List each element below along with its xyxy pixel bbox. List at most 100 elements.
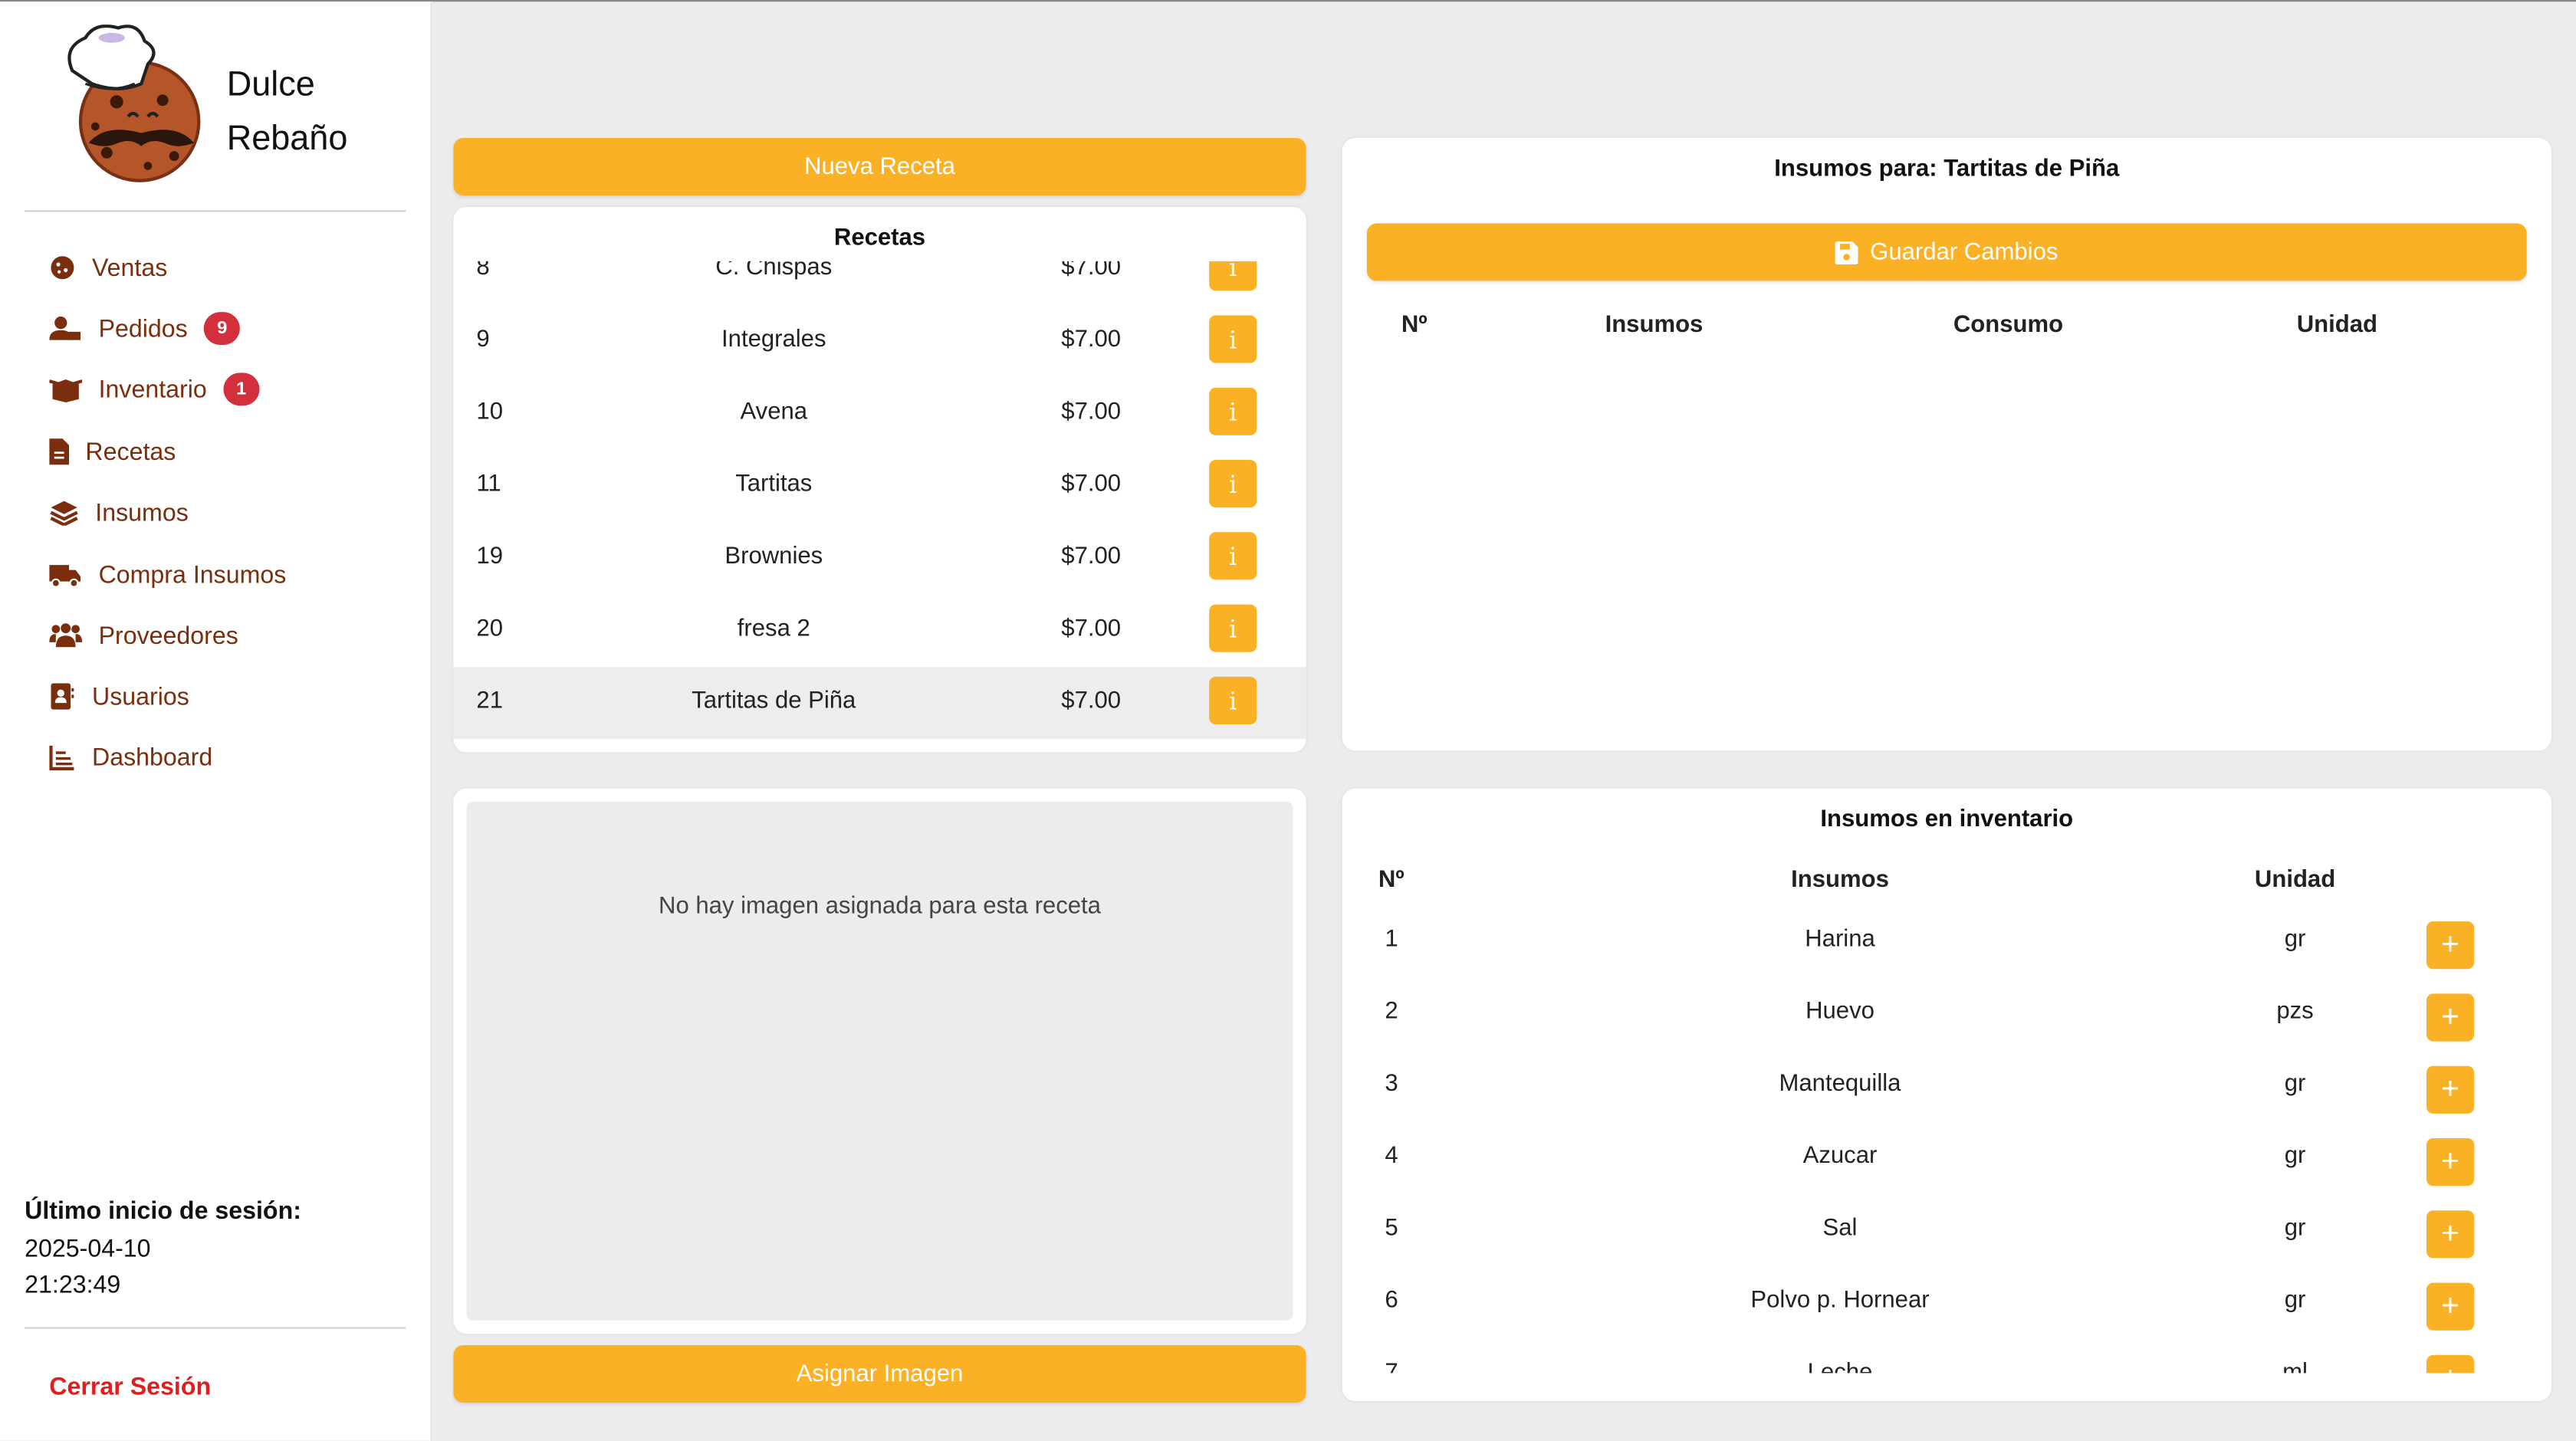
- box-open-icon: [46, 373, 85, 405]
- add-ingredient-button[interactable]: +: [2426, 1282, 2475, 1331]
- recipes-list: 8 C. Chispas $7.00 i 9 Integrales $7.00 …: [453, 261, 1306, 741]
- add-ingredient-button[interactable]: +: [2426, 1138, 2475, 1187]
- recipe-row[interactable]: 9 Integrales $7.00 i: [453, 306, 1306, 378]
- recipe-info-button[interactable]: i: [1209, 315, 1257, 363]
- sidebar-item-inventario[interactable]: Inventario 1: [46, 369, 260, 409]
- sidebar-item-usuarios[interactable]: Usuarios: [46, 677, 189, 716]
- inventory-n: 5: [1385, 1215, 1398, 1242]
- recipe-row[interactable]: 10 Avena $7.00 i: [453, 378, 1306, 450]
- sidebar-item-label: Ventas: [92, 254, 168, 282]
- brand-name: Dulce Rebaño: [227, 57, 348, 166]
- recipe-info-button[interactable]: i: [1209, 604, 1257, 652]
- recipe-row[interactable]: 11 Tartitas $7.00 i: [453, 450, 1306, 522]
- recipe-row[interactable]: 20 fresa 2 $7.00 i: [453, 595, 1306, 667]
- sidebar-item-proveedores[interactable]: Proveedores: [46, 616, 238, 655]
- recipe-info-button[interactable]: i: [1209, 387, 1257, 435]
- inventory-name: Azucar: [1802, 1143, 1878, 1170]
- recipe-id: 10: [476, 399, 504, 425]
- layers-icon: [46, 496, 82, 529]
- logout-link[interactable]: Cerrar Sesión: [49, 1373, 211, 1400]
- recipe-info-button[interactable]: i: [1209, 532, 1257, 580]
- recipe-price: $7.00: [1061, 688, 1122, 715]
- recipe-info-button[interactable]: i: [1209, 460, 1257, 508]
- save-changes-label: Guardar Cambios: [1870, 238, 2058, 266]
- recipe-id: 19: [476, 543, 504, 570]
- inventory-unit: ml: [2229, 1360, 2361, 1373]
- brand-line-2: Rebaño: [226, 120, 348, 158]
- sidebar-item-label: Proveedores: [98, 622, 238, 650]
- cookie-icon: [46, 251, 79, 284]
- recipe-row-selected[interactable]: 21 Tartitas de Piña $7.00 i: [453, 667, 1306, 740]
- inv-col-header-n: Nº: [1378, 867, 1405, 894]
- recipe-row[interactable]: 8 C. Chispas $7.00 i: [453, 261, 1306, 306]
- new-recipe-button[interactable]: Nueva Receta: [453, 138, 1306, 195]
- recipes-card: 8 C. Chispas $7.00 i 9 Integrales $7.00 …: [453, 207, 1306, 753]
- sidebar-item-dashboard[interactable]: Dashboard: [46, 737, 212, 776]
- file-icon: [46, 435, 72, 468]
- recipe-price: $7.00: [1061, 543, 1122, 570]
- assign-image-button[interactable]: Asignar Imagen: [453, 1345, 1306, 1403]
- inventory-name: Polvo p. Hornear: [1750, 1288, 1930, 1315]
- recipe-image-card: No hay imagen asignada para esta receta: [453, 788, 1306, 1334]
- sidebar-item-recetas[interactable]: Recetas: [46, 432, 176, 471]
- last-login-label: Último inicio de sesión:: [25, 1197, 301, 1226]
- add-ingredient-button[interactable]: +: [2426, 1210, 2475, 1259]
- col-header-n: Nº: [1401, 312, 1428, 339]
- inventory-unit: gr: [2284, 1071, 2306, 1098]
- sidebar-item-label: Pedidos: [98, 314, 188, 343]
- inventory-title: Insumos en inventario: [1820, 806, 2074, 833]
- recipe-name: Tartitas: [735, 471, 813, 498]
- sidebar-divider-bottom: [25, 1327, 406, 1329]
- recipe-info-button[interactable]: i: [1209, 261, 1257, 291]
- add-ingredient-button[interactable]: +: [2426, 921, 2475, 970]
- recipe-row[interactable]: 19 Brownies $7.00 i: [453, 522, 1306, 594]
- recipe-name: Integrales: [721, 327, 826, 353]
- inventory-unit: gr: [2284, 926, 2306, 953]
- sidebar-divider-top: [25, 210, 406, 212]
- inv-col-header-unidad: Unidad: [2254, 867, 2336, 894]
- inventory-n: 6: [1385, 1288, 1398, 1315]
- recipe-id: 11: [476, 471, 501, 498]
- sidebar-item-label: Compra Insumos: [98, 560, 287, 589]
- users-icon: [46, 619, 85, 652]
- recipe-ingredients-title: Insumos para: Tartitas de Piña: [1774, 156, 2120, 182]
- inventory-row: 4 Azucar gr +: [1342, 1120, 2550, 1192]
- recipe-ingredients-card: Insumos para: Tartitas de Piña Guardar C…: [1342, 138, 2551, 751]
- bakery-logo: [62, 24, 210, 182]
- no-image-message: No hay imagen asignada para esta receta: [659, 893, 1101, 920]
- inventory-row: 7 Leche ml +: [1342, 1337, 2550, 1374]
- recipe-price: $7.00: [1061, 399, 1122, 425]
- inv-col-header-insumos: Insumos: [1791, 867, 1889, 894]
- sidebar: Dulce Rebaño Ventas Pedidos 9 Inventario…: [0, 2, 432, 1441]
- save-changes-button[interactable]: Guardar Cambios: [1366, 223, 2527, 281]
- add-ingredient-button[interactable]: +: [2426, 993, 2475, 1042]
- sidebar-item-label: Inventario: [98, 375, 207, 404]
- inventory-name: Sal: [1822, 1215, 1858, 1242]
- add-ingredient-button[interactable]: +: [2426, 1354, 2475, 1374]
- sidebar-item-label: Recetas: [85, 438, 176, 466]
- inventory-row: 5 Sal gr +: [1342, 1193, 2550, 1265]
- inventory-name: Leche: [1676, 1360, 2005, 1373]
- last-login-info: Último inicio de sesión: 2025-04-10 21:2…: [25, 1194, 301, 1305]
- inventory-n: 3: [1385, 1071, 1398, 1098]
- inventory-row: 2 Huevo pzs +: [1342, 976, 2550, 1048]
- inventory-n: 2: [1385, 998, 1398, 1026]
- sidebar-item-insumos[interactable]: Insumos: [46, 493, 189, 532]
- recipe-name: Brownies: [724, 543, 823, 570]
- sidebar-item-pedidos[interactable]: Pedidos 9: [46, 309, 241, 348]
- truck-icon: [46, 559, 85, 592]
- recipe-id: 8: [476, 261, 490, 281]
- sidebar-item-ventas[interactable]: Ventas: [46, 248, 167, 287]
- recipe-info-button[interactable]: i: [1209, 676, 1257, 724]
- sidebar-item-label: Dashboard: [92, 743, 213, 772]
- sidebar-item-compra-insumos[interactable]: Compra Insumos: [46, 555, 286, 594]
- orders-count-badge: 9: [204, 312, 241, 345]
- last-login-time: 21:23:49: [25, 1271, 121, 1299]
- add-ingredient-button[interactable]: +: [2426, 1065, 2475, 1114]
- recipe-price: $7.00: [1061, 471, 1122, 498]
- last-login-date: 2025-04-10: [25, 1234, 151, 1262]
- recipe-name: C. Chispas: [715, 261, 833, 281]
- col-header-unidad: Unidad: [2296, 312, 2378, 339]
- brand-line-1: Dulce: [226, 65, 315, 103]
- inventory-row: 3 Mantequilla gr +: [1342, 1048, 2550, 1120]
